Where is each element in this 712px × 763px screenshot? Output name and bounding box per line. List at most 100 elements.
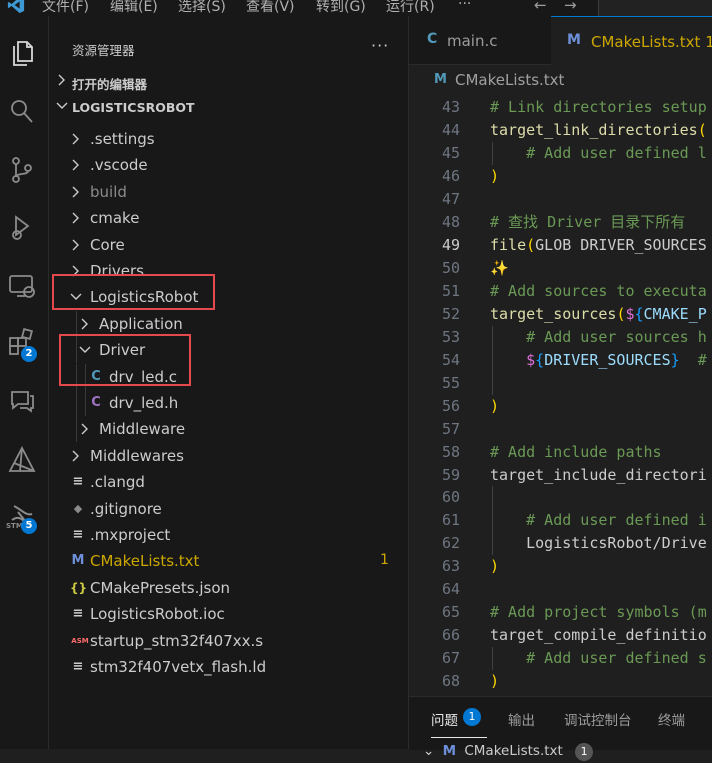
code-line: 54 ${DRIVER_SOURCES} #: [409, 349, 712, 372]
tree-item[interactable]: .vscode: [49, 152, 408, 178]
menu-file[interactable]: 文件(F): [42, 0, 89, 16]
search-icon[interactable]: [6, 96, 38, 128]
line-number: 65: [441, 603, 460, 622]
cmake-file-icon: M: [434, 72, 447, 87]
chevron-right-icon: [81, 423, 88, 435]
open-editors-section[interactable]: 打开的编辑器: [49, 70, 408, 94]
code-line: 53 # Add user sources h: [409, 326, 712, 349]
code-text: target_sources(${CMAKE_P: [490, 304, 707, 323]
explorer-title: 资源管理器: [72, 43, 135, 58]
menu-edit[interactable]: 编辑(E): [110, 0, 158, 16]
tree-item[interactable]: Cdrv_led.h: [49, 390, 408, 416]
project-section[interactable]: LOGISTICSROBOT: [49, 96, 408, 120]
problem-file-row[interactable]: ⌄ M CMakeLists.txt 1: [423, 743, 594, 763]
menu-run[interactable]: 运行(R): [386, 0, 435, 16]
text-file-icon: ≡: [72, 474, 84, 490]
tree-item[interactable]: ≡ .clangd: [49, 469, 408, 495]
panel-tab-terminal[interactable]: 终端: [658, 709, 685, 729]
code-text: # Add project symbols (m: [490, 603, 707, 622]
code-line: 46): [409, 165, 712, 188]
project-name: LOGISTICSROBOT: [72, 100, 195, 115]
line-number: 44: [441, 120, 460, 139]
menu-more[interactable]: ···: [458, 0, 471, 12]
code-text: ): [490, 396, 500, 415]
line-number: 68: [441, 672, 460, 691]
code-text: target_include_directori: [490, 465, 707, 484]
explorer-more-actions[interactable]: ···: [371, 36, 389, 55]
code-line: 43 # Link directories setup: [409, 96, 712, 119]
tree-item[interactable]: Middlewares: [49, 443, 408, 469]
tree-item[interactable]: ASM startup_stm32f407xx.s: [49, 628, 408, 654]
panel-tab-output[interactable]: 输出: [508, 709, 535, 729]
panel-tab-debug-console[interactable]: 调试控制台: [564, 709, 632, 729]
tree-item[interactable]: ≡ stm32f407vetx_flash.ld: [49, 654, 408, 680]
indent-guide: [76, 416, 77, 443]
run-debug-icon[interactable]: [6, 212, 38, 244]
tree-item[interactable]: ◆ .gitignore: [49, 496, 408, 522]
line-number: 59: [441, 465, 460, 484]
tree-item[interactable]: Application: [49, 310, 408, 337]
code-line: 45 # Add user defined l: [409, 142, 712, 165]
code-text: ): [490, 672, 500, 691]
cmake-file-icon: M: [71, 553, 85, 569]
code-line: 51 # Add sources to executa: [409, 280, 712, 303]
menu-go[interactable]: 转到(G): [316, 0, 366, 16]
tree-item-label: drv_led.h: [109, 394, 179, 412]
chevron-down-icon: ⌄: [423, 743, 435, 759]
tab-main-c[interactable]: C main.c: [409, 16, 550, 64]
tree-item[interactable]: {} CMakePresets.json: [49, 575, 408, 601]
menu-selection[interactable]: 选择(S): [178, 0, 226, 16]
problem-file-name: CMakeLists.txt: [464, 743, 563, 759]
line-number: 58: [441, 442, 460, 461]
tree-item[interactable]: M CMakeLists.txt 1: [49, 548, 408, 574]
tab-cmakelists[interactable]: M CMakeLists.txt 1: [551, 16, 712, 65]
editor-tabs: C main.c M CMakeLists.txt 1: [409, 16, 712, 65]
cmake-file-icon: M: [567, 32, 581, 48]
tree-item[interactable]: ≡ .mxproject: [49, 522, 408, 548]
panel-tab-problems[interactable]: 问题: [431, 709, 458, 729]
bottom-panel: 问题 1 输出 调试控制台 终端 ⌄ M CMakeLists.txt 1: [409, 696, 712, 761]
open-editors-label: 打开的编辑器: [72, 77, 148, 92]
code-text: # Add user defined i: [526, 511, 707, 530]
problem-file-badge: 1: [575, 743, 594, 761]
git-file-icon: ◆: [73, 501, 83, 515]
menu-view[interactable]: 查看(V): [246, 0, 295, 16]
chevron-right-icon: [72, 212, 79, 224]
code-editor[interactable]: 43 # Link directories setup 44 target_link_…: [409, 96, 712, 696]
code-line: 64: [409, 578, 712, 601]
code-text: ✨: [490, 258, 509, 277]
highlight-logisticsrobot: [52, 274, 215, 310]
nav-back-icon[interactable]: ←: [534, 0, 547, 14]
tree-item[interactable]: ≡ LogisticsRobot.ioc: [49, 601, 408, 627]
breadcrumb-file[interactable]: CMakeLists.txt: [455, 71, 564, 89]
remote-explorer-icon[interactable]: [6, 270, 38, 302]
code-line: 59 target_include_directori: [409, 464, 712, 487]
chat-icon[interactable]: [6, 384, 38, 416]
code-line: 56): [409, 395, 712, 418]
problems-count-badge: 1: [463, 708, 481, 726]
tree-item-label: stm32f407vetx_flash.ld: [90, 658, 267, 676]
tree-item[interactable]: Core: [49, 232, 408, 258]
line-number: 53: [441, 327, 460, 346]
code-text: target_link_directories(: [490, 120, 707, 139]
explorer-files-icon[interactable]: [6, 36, 38, 68]
nav-forward-icon[interactable]: →: [564, 0, 577, 14]
tree-item-label: CMakeLists.txt: [90, 552, 200, 571]
code-text: # Add user sources h: [526, 327, 707, 346]
tree-item[interactable]: .settings: [49, 126, 408, 152]
code-text: # Add include paths: [490, 442, 662, 461]
tree-item-label: Middlewares: [90, 446, 184, 465]
chevron-right-icon: [72, 239, 79, 251]
command-center-search[interactable]: [598, 0, 712, 16]
tree-item[interactable]: build: [49, 179, 408, 205]
tree-item-label: startup_stm32f407xx.s: [90, 631, 264, 650]
line-number: 43: [441, 98, 460, 116]
vscode-logo-icon: [7, 0, 25, 14]
code-line: 67 # Add user defined s: [409, 647, 712, 670]
source-control-icon[interactable]: [6, 154, 38, 186]
tab-label: CMakeLists.txt 1: [591, 33, 712, 51]
tree-item[interactable]: Middleware: [49, 416, 408, 443]
cmake-tools-icon[interactable]: [6, 444, 38, 476]
line-number: 51: [441, 281, 460, 300]
tree-item[interactable]: cmake: [49, 205, 408, 231]
